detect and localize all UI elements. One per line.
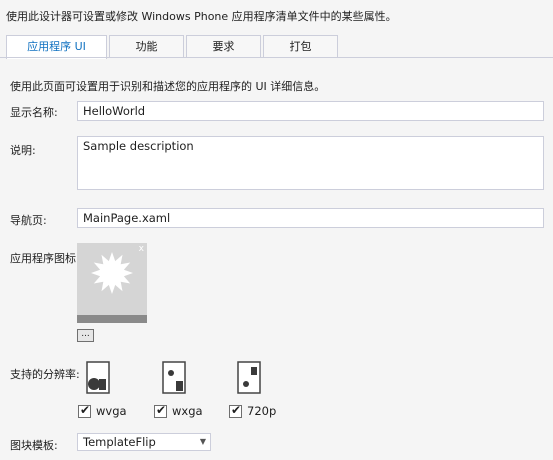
wxga-label: wxga xyxy=(172,404,203,418)
display-name-field[interactable]: HelloWorld xyxy=(77,101,544,121)
tab-requirements[interactable]: 要求 xyxy=(186,35,261,57)
720p-label: 720p xyxy=(247,404,277,418)
remove-icon[interactable]: x xyxy=(139,244,144,254)
resolutions-label: 支持的分辨率: xyxy=(10,368,80,381)
navigation-page-label: 导航页: xyxy=(10,214,47,227)
tab-capabilities[interactable]: 功能 xyxy=(109,35,184,57)
resolution-720p: ✔ 720p xyxy=(229,403,277,418)
page-description: 使用此页面可设置用于识别和描述您的应用程序的 UI 详细信息。 xyxy=(10,80,326,93)
wvga-label: wvga xyxy=(96,404,127,418)
wvga-checkbox[interactable]: ✔ xyxy=(78,403,91,418)
tab-packaging[interactable]: 打包 xyxy=(263,35,338,57)
browse-icon-button[interactable]: ... xyxy=(77,329,94,342)
display-name-label: 显示名称: xyxy=(10,106,58,119)
resolution-wvga: ✔ wvga xyxy=(78,403,127,418)
tile-template-value: TemplateFlip xyxy=(83,435,156,449)
description-field[interactable]: Sample description xyxy=(77,136,544,190)
sunburst-icon xyxy=(91,252,133,294)
720p-checkbox[interactable]: ✔ xyxy=(229,403,242,418)
description-label: 说明: xyxy=(10,144,36,157)
tab-bar: 应用程序 UI 功能 要求 打包 xyxy=(6,35,340,59)
tab-divider xyxy=(0,57,553,58)
phone-wxga-icon xyxy=(162,361,186,394)
tile-template-select[interactable]: TemplateFlip ▼ xyxy=(77,433,211,451)
app-icon-preview: x xyxy=(77,243,147,323)
phone-720p-icon xyxy=(237,361,261,394)
chevron-down-icon: ▼ xyxy=(199,437,206,446)
app-icon-label: 应用程序图标: xyxy=(10,252,80,265)
icon-title-strip xyxy=(77,315,147,323)
phone-wvga-icon xyxy=(86,361,110,394)
navigation-page-field[interactable]: MainPage.xaml xyxy=(77,208,544,228)
tab-app-ui[interactable]: 应用程序 UI xyxy=(6,35,107,59)
resolution-wxga: ✔ wxga xyxy=(154,403,203,418)
wxga-checkbox[interactable]: ✔ xyxy=(154,403,167,418)
tile-template-label: 图块模板: xyxy=(10,439,58,452)
intro-text: 使用此设计器可设置或修改 Windows Phone 应用程序清单文件中的某些属… xyxy=(6,10,397,23)
